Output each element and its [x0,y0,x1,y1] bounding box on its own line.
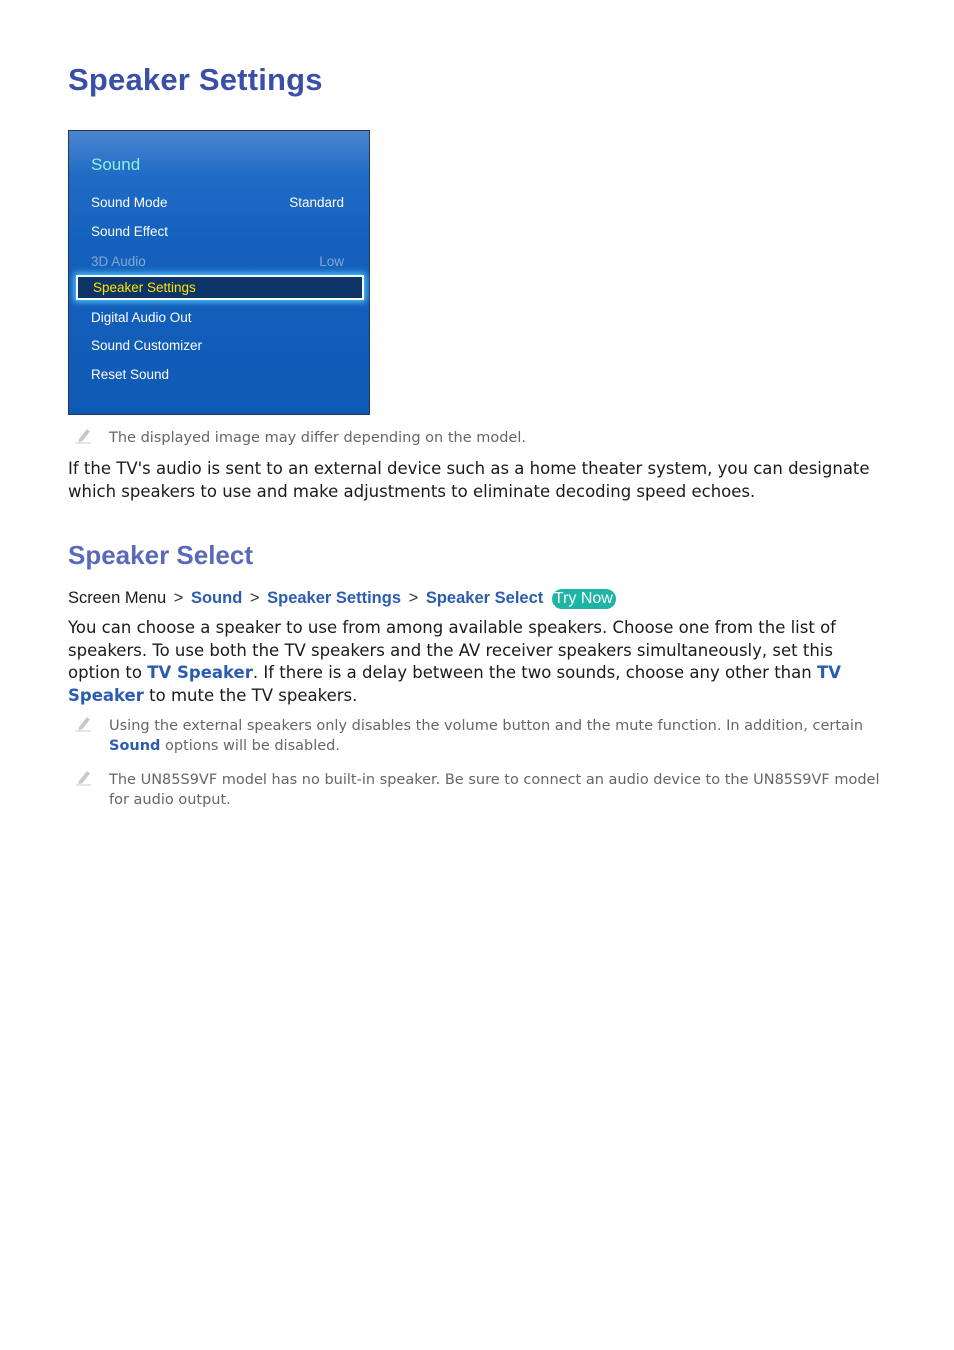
breadcrumb-link-speaker-settings[interactable]: Speaker Settings [267,589,401,607]
breadcrumb-link-sound[interactable]: Sound [191,589,242,607]
breadcrumb-separator: > [173,589,184,607]
pencil-icon [76,429,91,444]
tv-menu-item-sound-customizer: Sound Customizer [91,334,344,356]
tv-menu-item-speaker-settings: Speaker Settings [76,275,364,300]
tv-menu-item-value: Standard [289,194,344,210]
tv-menu-item-label: 3D Audio [91,253,146,269]
image-note-text: The displayed image may differ depending… [109,430,526,446]
tv-menu-item-reset-sound: Reset Sound [91,363,344,385]
description-text: . If there is a delay between the two so… [252,663,817,682]
tv-menu-item-label: Sound Effect [91,223,169,239]
tv-menu-item-value: Low [319,253,344,269]
pencil-icon [76,771,91,786]
sound-link[interactable]: Sound [109,738,160,754]
tv-menu-item-sound-effect: Sound Effect [91,220,344,242]
tv-menu-item-label: Speaker Settings [93,280,196,295]
tv-menu-item-label: Digital Audio Out [91,309,192,325]
breadcrumb-separator: > [249,589,260,607]
intro-paragraph: If the TV's audio is sent to an external… [68,458,898,503]
tv-menu-item-sound-mode: Sound Mode Standard [91,191,344,213]
tv-menu-item-label: Sound Mode [91,194,168,210]
note-text: The UN85S9VF model has no built-in speak… [109,772,880,808]
note-text: Using the external speakers only disable… [109,716,899,756]
breadcrumb-separator: > [408,589,419,607]
description-text: to mute the TV speakers. [143,685,358,705]
tv-sound-menu-image: Sound Sound Mode Standard Sound Effect 3… [68,130,370,415]
tv-menu-item-label: Reset Sound [91,366,170,382]
intro-line: If the TV's audio is sent to an external… [68,459,870,478]
breadcrumb-link-speaker-select[interactable]: Speaker Select [426,589,543,607]
tv-menu-item-3d-audio: 3D Audio Low [91,250,344,272]
page-title: Speaker Settings [68,62,323,97]
tv-menu-item-label: Sound Customizer [91,337,203,353]
note-text-part: Using the external speakers only disable… [109,718,864,734]
note-text-part: options will be disabled. [160,738,340,754]
breadcrumb-root: Screen Menu [68,589,167,607]
tv-menu-title: Sound [91,155,141,174]
tv-menu-item-digital-audio-out: Digital Audio Out [91,306,344,328]
tv-speaker-link[interactable]: TV Speaker [147,663,253,682]
intro-line: which speakers to use and make adjustmen… [68,481,756,501]
section-title-speaker-select: Speaker Select [68,540,254,570]
try-now-button[interactable]: Try Now [551,589,616,609]
breadcrumb: Screen Menu > Sound > Speaker Settings >… [68,587,616,609]
pencil-icon [76,717,91,732]
speaker-select-description: You can choose a speaker to use from amo… [68,617,890,707]
